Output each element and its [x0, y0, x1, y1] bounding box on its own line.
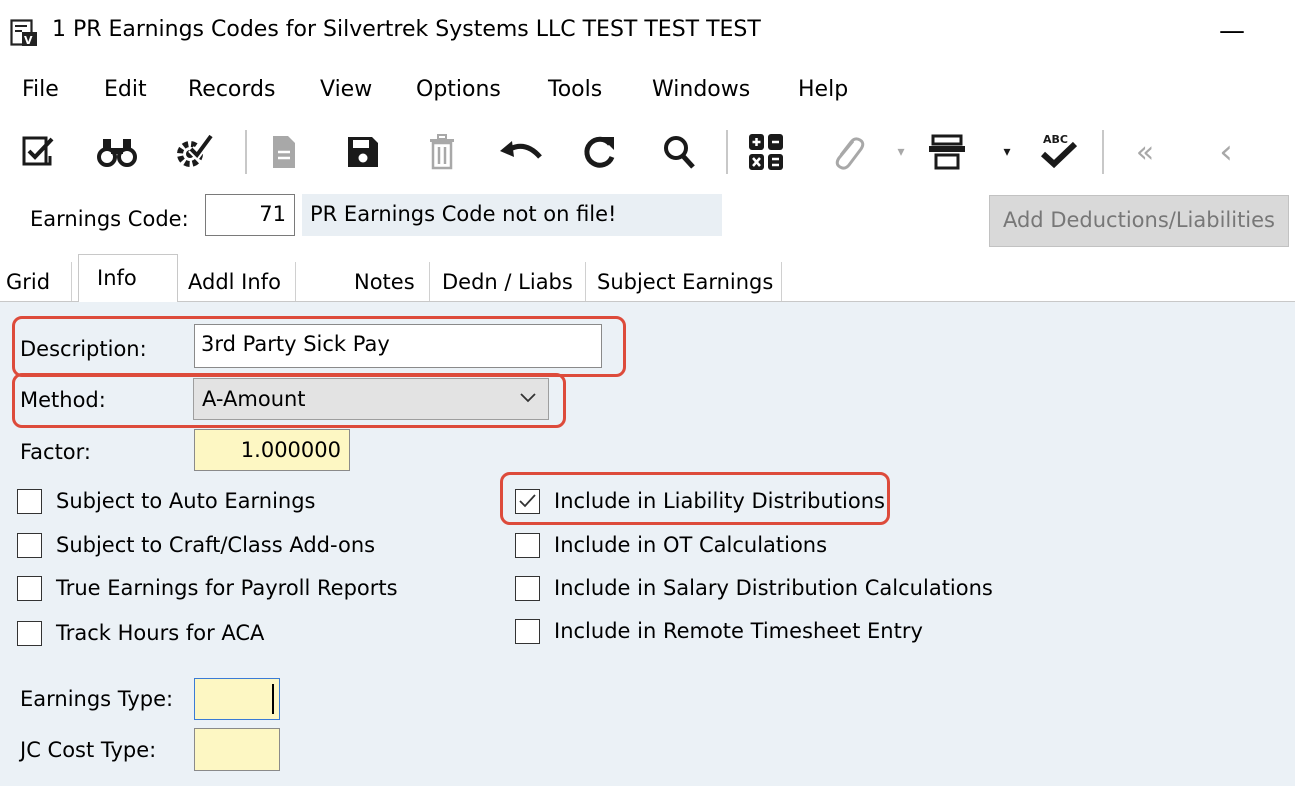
spellcheck-text: ABC	[1043, 133, 1068, 146]
menu-edit[interactable]: Edit	[104, 77, 147, 102]
checkbox-label: Include in Remote Timesheet Entry	[554, 619, 923, 643]
include-remote-timesheet-checkbox[interactable]: Include in Remote Timesheet Entry	[515, 616, 923, 646]
attachment-icon[interactable]	[828, 128, 868, 176]
new-document-icon[interactable]	[266, 128, 302, 176]
search-icon[interactable]	[659, 128, 699, 176]
toolbar-separator	[245, 130, 247, 174]
tab-strip: Grid Info Addl Info Notes Dedn / Liabs S…	[0, 254, 1295, 302]
text-cursor	[272, 684, 274, 714]
method-highlight	[12, 373, 566, 428]
earnings-code-input[interactable]: 71	[205, 194, 295, 236]
spellcheck-icon[interactable]: ABC	[1034, 128, 1082, 176]
attachment-dropdown-icon[interactable]: ▾	[894, 128, 908, 176]
tab-addl-info[interactable]: Addl Info	[178, 262, 296, 302]
app-icon: V	[10, 19, 37, 47]
menu-windows[interactable]: Windows	[652, 77, 750, 102]
binoculars-icon[interactable]	[94, 128, 140, 176]
menu-options[interactable]: Options	[416, 77, 501, 102]
refresh-icon[interactable]	[578, 128, 620, 176]
previous-record-icon[interactable]: ‹	[1212, 128, 1240, 176]
liability-highlight	[500, 472, 890, 525]
tab-info[interactable]: Info	[78, 254, 178, 302]
checkbox-box[interactable]	[515, 575, 540, 601]
first-record-icon[interactable]: «	[1128, 128, 1162, 176]
record-header: Earnings Code: 71 PR Earnings Code not o…	[0, 190, 1295, 254]
title-bar: V 1 PR Earnings Codes for Silvertrek Sys…	[0, 0, 1295, 64]
menu-help[interactable]: Help	[798, 77, 848, 102]
checkbox-box[interactable]	[17, 532, 42, 558]
checkbox-box[interactable]	[17, 575, 42, 601]
tab-grid[interactable]: Grid	[0, 262, 72, 302]
minimize-button[interactable]: —	[1212, 14, 1252, 48]
menu-tools[interactable]: Tools	[548, 77, 602, 102]
factor-label: Factor:	[20, 440, 91, 464]
toolbar-separator	[726, 130, 728, 174]
toolbar: ▾ ▾ ABC « ‹	[0, 118, 1295, 190]
checkbox-label: Track Hours for ACA	[56, 621, 265, 645]
info-panel: Description: 3rd Party Sick Pay Method: …	[0, 301, 1295, 786]
menu-file[interactable]: File	[22, 77, 59, 102]
checkbox-label: Subject to Craft/Class Add-ons	[56, 533, 376, 557]
window-title: 1 PR Earnings Codes for Silvertrek Syste…	[52, 17, 761, 42]
checkbox-box[interactable]	[17, 488, 42, 514]
menu-view[interactable]: View	[320, 77, 372, 102]
menu-records[interactable]: Records	[188, 77, 275, 102]
menu-bar: File Edit Records View Options Tools Win…	[0, 64, 1295, 118]
tab-dedn-liabs[interactable]: Dedn / Liabs	[430, 262, 586, 302]
calculator-icon[interactable]	[745, 128, 787, 176]
include-ot-calculations-checkbox[interactable]: Include in OT Calculations	[515, 530, 827, 560]
include-salary-distribution-checkbox[interactable]: Include in Salary Distribution Calculati…	[515, 573, 993, 603]
true-earnings-checkbox[interactable]: True Earnings for Payroll Reports	[17, 573, 398, 603]
settings-check-icon[interactable]	[170, 128, 216, 176]
svg-text:V: V	[24, 34, 33, 47]
print-dropdown-icon[interactable]: ▾	[1000, 128, 1014, 176]
earnings-type-label: Earnings Type:	[20, 687, 174, 711]
checkbox-label: Subject to Auto Earnings	[56, 489, 316, 513]
subject-craft-class-checkbox[interactable]: Subject to Craft/Class Add-ons	[17, 530, 375, 560]
status-message: PR Earnings Code not on file!	[302, 194, 722, 236]
toolbar-separator	[1102, 130, 1104, 174]
earnings-type-input[interactable]	[194, 678, 280, 720]
tab-notes[interactable]: Notes	[296, 262, 430, 302]
description-highlight	[12, 316, 626, 377]
save-icon[interactable]	[343, 128, 383, 176]
jc-cost-type-label: JC Cost Type:	[20, 738, 157, 762]
jc-cost-type-input[interactable]	[194, 728, 280, 771]
track-hours-aca-checkbox[interactable]: Track Hours for ACA	[17, 618, 264, 648]
checkbox-box[interactable]	[515, 618, 540, 644]
checkbox-box[interactable]	[17, 620, 42, 646]
subject-auto-earnings-checkbox[interactable]: Subject to Auto Earnings	[17, 486, 316, 516]
checkbox-label: Include in OT Calculations	[554, 533, 828, 557]
checkbox-label: Include in Salary Distribution Calculati…	[554, 576, 993, 600]
factor-input[interactable]: 1.000000	[194, 429, 350, 471]
checklist-icon[interactable]	[18, 128, 58, 176]
checkbox-label: True Earnings for Payroll Reports	[56, 576, 398, 600]
undo-icon[interactable]	[496, 128, 546, 176]
earnings-code-label: Earnings Code:	[30, 207, 189, 231]
tab-subject-earnings[interactable]: Subject Earnings	[586, 262, 782, 302]
delete-icon[interactable]	[424, 128, 460, 176]
checkbox-box[interactable]	[515, 532, 540, 558]
print-icon[interactable]	[925, 128, 969, 176]
add-deductions-liabilities-button[interactable]: Add Deductions/Liabilities	[989, 195, 1289, 247]
